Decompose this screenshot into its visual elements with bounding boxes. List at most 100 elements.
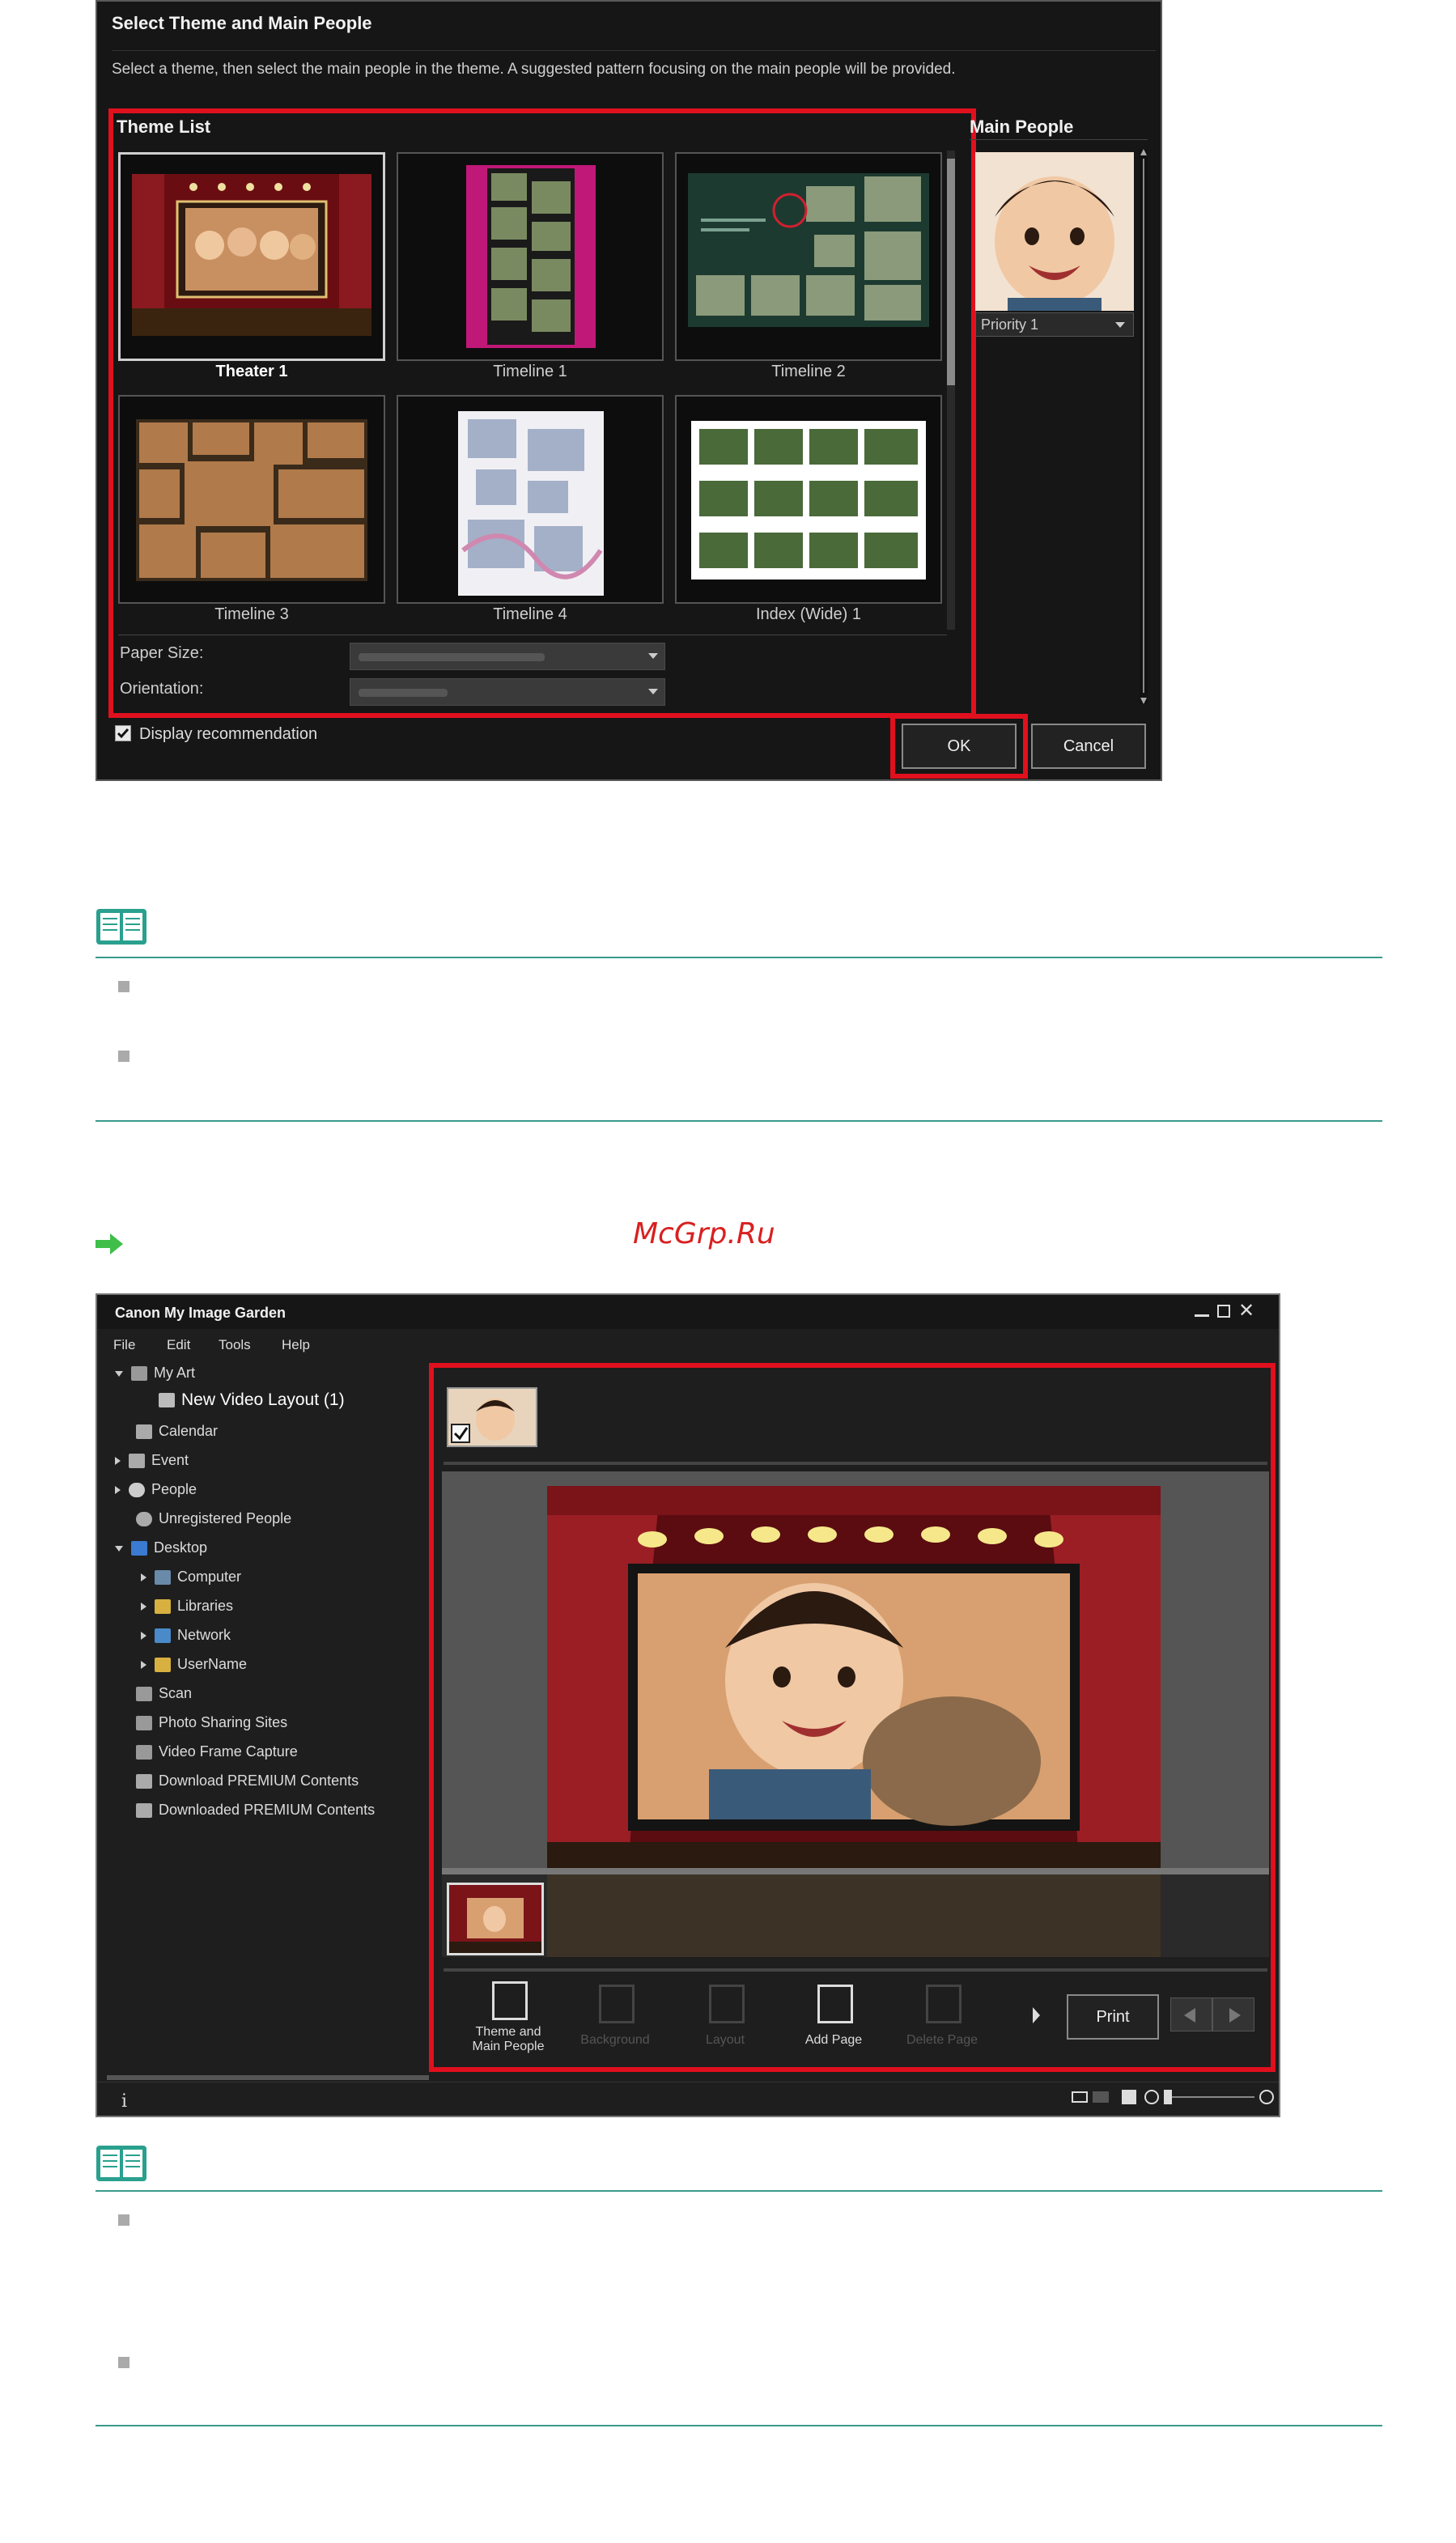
expand-icon[interactable] xyxy=(141,1603,146,1611)
tree-item-photo-sharing-sites[interactable]: Photo Sharing Sites xyxy=(136,1714,287,1731)
desktop-icon xyxy=(131,1541,147,1556)
theme-thumb-timeline-3[interactable] xyxy=(118,395,385,604)
orientation-select[interactable] xyxy=(350,678,665,706)
page-thumbnail-image xyxy=(449,1885,541,1953)
calendar-icon xyxy=(136,1424,152,1440)
view-mode-alt-icon[interactable] xyxy=(1093,2091,1109,2103)
tree-item-my-art[interactable]: My Art xyxy=(115,1365,195,1382)
tree-item-new-video-layout[interactable]: New Video Layout (1) xyxy=(159,1390,345,1410)
tree-item-video-frame-capture[interactable]: Video Frame Capture xyxy=(136,1743,298,1760)
scrollbar-thumb[interactable] xyxy=(947,159,955,385)
theme-thumb-timeline-4[interactable] xyxy=(397,395,664,604)
layout-label[interactable]: Layout xyxy=(673,2033,778,2048)
tree-item-libraries[interactable]: Libraries xyxy=(141,1598,233,1615)
tree-item-desktop[interactable]: Desktop xyxy=(115,1539,207,1556)
theme-list-scrollbar[interactable] xyxy=(947,151,955,630)
tree-label: Calendar xyxy=(159,1423,219,1439)
menu-help[interactable]: Help xyxy=(282,1337,310,1353)
network-icon xyxy=(155,1628,171,1644)
theater-preview-image xyxy=(132,174,371,336)
main-people-scrollbar[interactable] xyxy=(1140,149,1148,704)
background-label[interactable]: Background xyxy=(562,2033,668,2048)
paper-size-select[interactable] xyxy=(350,643,665,670)
priority-select[interactable]: Priority 1 xyxy=(975,312,1134,337)
scroll-up-icon[interactable] xyxy=(1140,149,1147,155)
display-recommendation-label: Display recommendation xyxy=(139,725,318,743)
minimize-icon[interactable] xyxy=(1195,1314,1209,1317)
page-strip-scrollbar[interactable] xyxy=(444,1968,1267,1972)
more-tools-icon[interactable] xyxy=(1033,2007,1040,2023)
tree-item-computer[interactable]: Computer xyxy=(141,1569,241,1586)
delete-page-label[interactable]: Delete Page xyxy=(889,2033,995,2048)
note-divider-bottom xyxy=(96,1120,1382,1122)
previous-page-button[interactable] xyxy=(1170,1997,1212,2031)
main-person-photo[interactable] xyxy=(975,152,1134,311)
tree-item-calendar[interactable]: Calendar xyxy=(136,1423,218,1440)
add-page-label[interactable]: Add Page xyxy=(781,2033,886,2048)
expand-icon[interactable] xyxy=(115,1370,123,1377)
zoom-slider[interactable] xyxy=(1164,2090,1254,2104)
tree-item-username[interactable]: UserName xyxy=(141,1656,247,1673)
theme-thumb-timeline-2[interactable] xyxy=(675,152,942,361)
info-icon[interactable]: i xyxy=(121,2091,127,2112)
zoom-out-icon[interactable] xyxy=(1144,2090,1159,2104)
tree-label: Computer xyxy=(177,1569,242,1585)
page-thumbnail-1[interactable] xyxy=(447,1883,544,1955)
baby-face-image xyxy=(975,152,1134,311)
theme-label-timeline-4: Timeline 4 xyxy=(493,605,567,623)
scroll-down-icon[interactable] xyxy=(1140,698,1147,704)
cancel-button[interactable]: Cancel xyxy=(1031,724,1146,769)
zoom-in-icon[interactable] xyxy=(1259,2090,1274,2104)
theme-and-main-people-label[interactable]: Theme and Main People xyxy=(456,2025,561,2054)
display-recommendation-checkbox[interactable] xyxy=(115,725,131,741)
theme-and-main-people-icon[interactable] xyxy=(492,1981,528,2020)
thumbnail-strip-scrollbar[interactable] xyxy=(444,1462,1267,1465)
tree-item-people[interactable]: People xyxy=(115,1481,197,1498)
bullet xyxy=(118,2357,129,2368)
tree-item-scan[interactable]: Scan xyxy=(136,1685,192,1702)
ok-button[interactable]: OK xyxy=(902,724,1017,769)
sidebar-scrollbar[interactable] xyxy=(107,2075,429,2080)
delete-page-icon[interactable] xyxy=(926,1985,961,2023)
dialog-title: Select Theme and Main People xyxy=(112,13,372,33)
expand-icon[interactable] xyxy=(141,1661,146,1670)
expand-icon[interactable] xyxy=(115,1545,123,1552)
tree-item-downloaded-premium[interactable]: Downloaded PREMIUM Contents xyxy=(136,1802,375,1819)
expand-icon[interactable] xyxy=(115,1457,121,1466)
menu-tools[interactable]: Tools xyxy=(219,1337,251,1353)
select-theme-dialog: Select Theme and Main People Select a th… xyxy=(96,0,1162,781)
theme-thumb-theater-1[interactable] xyxy=(118,152,385,361)
add-page-icon[interactable] xyxy=(817,1985,853,2023)
zoom-slider-handle[interactable] xyxy=(1164,2090,1172,2104)
expand-icon[interactable] xyxy=(115,1486,121,1495)
print-button[interactable]: Print xyxy=(1067,1994,1159,2040)
maximize-icon[interactable] xyxy=(1217,1305,1230,1318)
page-strip-background xyxy=(547,1874,1161,1957)
my-art-icon xyxy=(131,1366,147,1382)
tree-label: Photo Sharing Sites xyxy=(159,1714,288,1730)
menu-edit[interactable]: Edit xyxy=(167,1337,190,1353)
expand-icon[interactable] xyxy=(141,1632,146,1641)
tree-item-unregistered-people[interactable]: Unregistered People xyxy=(136,1510,291,1527)
person-icon xyxy=(129,1483,145,1498)
canvas-divider xyxy=(442,1868,1269,1874)
tree-item-download-premium[interactable]: Download PREMIUM Contents xyxy=(136,1772,359,1789)
menu-file[interactable]: File xyxy=(113,1337,135,1353)
tree-item-event[interactable]: Event xyxy=(115,1452,189,1469)
layout-icon[interactable] xyxy=(709,1985,745,2023)
background-icon[interactable] xyxy=(599,1985,635,2023)
next-page-button[interactable] xyxy=(1212,1997,1254,2031)
expand-icon[interactable] xyxy=(141,1573,146,1582)
theme-thumb-timeline-1[interactable] xyxy=(397,152,664,361)
photo-sharing-icon xyxy=(136,1716,152,1731)
layout-preview[interactable] xyxy=(547,1486,1161,1870)
theme-thumb-index-wide-1[interactable] xyxy=(675,395,942,604)
fit-view-icon[interactable] xyxy=(1122,2090,1136,2104)
theme-label-timeline-2: Timeline 2 xyxy=(771,363,846,380)
close-icon[interactable]: ✕ xyxy=(1238,1301,1254,1321)
priority-value: Priority 1 xyxy=(981,316,1039,333)
view-mode-icon[interactable] xyxy=(1072,2091,1088,2103)
tree-label: UserName xyxy=(177,1656,248,1672)
main-person-thumbnail[interactable] xyxy=(447,1387,537,1447)
tree-item-network[interactable]: Network xyxy=(141,1627,231,1644)
